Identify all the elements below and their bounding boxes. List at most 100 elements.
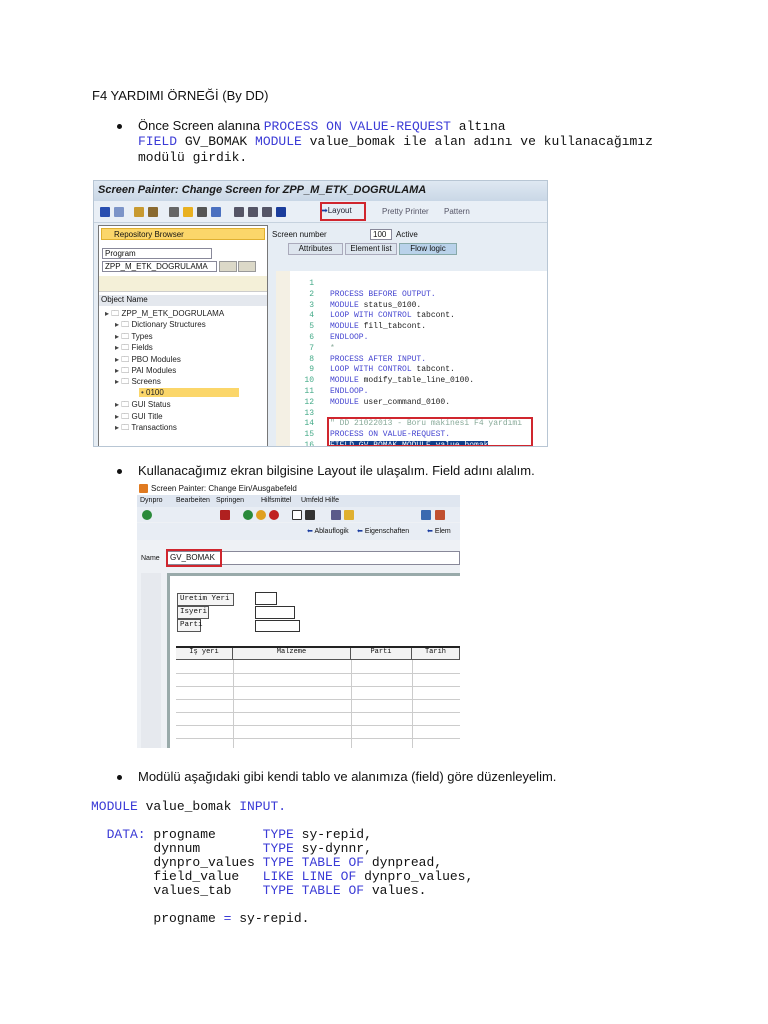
isyeri-input[interactable] xyxy=(255,606,295,619)
label-parti[interactable]: Parti xyxy=(177,619,203,632)
back-icon[interactable] xyxy=(243,510,253,520)
print-icon[interactable] xyxy=(292,510,302,520)
column-header[interactable]: Tarih xyxy=(412,648,460,660)
code-text: status_0100. xyxy=(358,300,422,310)
arrow-left-icon: ⬅ xyxy=(427,528,435,535)
line-number: 3 xyxy=(309,300,314,310)
tab-flow-logic[interactable]: Flow logic xyxy=(399,243,457,255)
keyword: TYPE TABLE OF xyxy=(262,883,365,898)
where-used-icon[interactable] xyxy=(211,207,221,217)
code-line: ENDLOOP. xyxy=(330,333,368,342)
line-number: 1 xyxy=(309,279,314,288)
menu-hilfe[interactable]: Hilfe xyxy=(325,497,339,504)
menu-umfeld[interactable]: Umfeld xyxy=(301,497,323,504)
tree-item-selected[interactable]: • 0100 xyxy=(139,387,239,397)
flow-logic-button[interactable]: ⬅ Ablauflogik xyxy=(307,527,349,535)
object-name-header: Object Name xyxy=(99,295,267,306)
info-icon[interactable] xyxy=(276,207,286,217)
folder-icon: ▸ 🗀 xyxy=(115,423,132,432)
display-icon[interactable] xyxy=(262,207,272,217)
uretim-yeri-input[interactable] xyxy=(255,592,277,605)
keyword: MODULE xyxy=(330,397,359,407)
code-text: GV_BOMAK xyxy=(177,134,256,149)
menu-bar: Dynpro Bearbeiten Springen Hilfsmittel Umfel… xyxy=(137,495,460,507)
display-button[interactable] xyxy=(238,261,256,272)
check-icon[interactable] xyxy=(142,510,152,520)
column-header[interactable]: Parti xyxy=(351,648,412,660)
folder-icon: ▸ 🗀 xyxy=(105,309,122,318)
cut-icon[interactable] xyxy=(331,510,341,520)
tree-item-label: Fields xyxy=(131,343,153,353)
column-header[interactable]: Malzeme xyxy=(233,648,351,660)
copy-icon[interactable] xyxy=(344,510,354,520)
forward-icon[interactable] xyxy=(114,207,124,217)
code-line: dynnum TYPE sy-dynnr, xyxy=(91,841,372,856)
hierarchy-icon[interactable] xyxy=(234,207,244,217)
bullet1-line2: FIELD GV_BOMAK MODULE value_bomak ile al… xyxy=(138,134,653,149)
code-text: sy-dynnr, xyxy=(293,841,372,856)
exit-icon[interactable] xyxy=(256,510,266,520)
line-number: 12 xyxy=(304,397,314,407)
save-icon[interactable] xyxy=(220,510,230,520)
tree-item[interactable]: ▸ 🗀 Transactions xyxy=(115,422,177,436)
properties-button[interactable]: ⬅ Eigenschaften xyxy=(357,527,409,535)
code-text: dynpro_values, xyxy=(356,869,474,884)
code-text: * xyxy=(330,343,335,353)
bullet3-text: Modülü aşağıdaki gibi kendi tablo ve ala… xyxy=(138,769,557,784)
menu-bearbeiten[interactable]: Bearbeiten xyxy=(176,497,210,504)
table-control[interactable]: Iş yeri Malzeme Parti Tarih xyxy=(176,646,460,748)
element-button[interactable]: ⬅ Elem xyxy=(427,527,451,535)
row-divider xyxy=(176,738,460,739)
screen-painter-field-screenshot: Screen Painter: Change Ein/Ausgabefeld D… xyxy=(137,483,460,748)
edit-icon[interactable] xyxy=(134,207,144,217)
line-number: 9 xyxy=(309,365,314,375)
label-uretim-yeri[interactable]: Uretim Yeri xyxy=(177,593,234,606)
code-line: MODULE user_command_0100. xyxy=(330,398,450,407)
code-line: dynpro_values TYPE TABLE OF dynpread, xyxy=(91,855,442,870)
highlight-box xyxy=(327,417,533,446)
doc-title: F4 YARDIMI ÖRNEĞİ (By DD) xyxy=(92,88,269,103)
program-input[interactable]: ZPP_M_ETK_DOGRULAMA xyxy=(102,261,217,272)
code-line: LOOP WITH CONTROL tabcont. xyxy=(330,365,455,374)
tree-item-label: GUI Status xyxy=(131,400,171,410)
dropdown-button[interactable] xyxy=(219,261,237,272)
screen-number-field[interactable]: 100 xyxy=(370,229,392,240)
toggle-icon[interactable] xyxy=(148,207,158,217)
pretty-printer-button[interactable]: Pretty Printer xyxy=(382,207,429,216)
line-number: 16 xyxy=(304,441,314,447)
row-divider xyxy=(176,673,460,674)
check-icon[interactable] xyxy=(169,207,179,217)
application-toolbar: ⬅ Ablauflogik ⬅ Eigenschaften ⬅ Elem xyxy=(137,523,460,540)
window-icon[interactable] xyxy=(435,510,445,520)
menu-hilfsmittel[interactable]: Hilfsmittel xyxy=(261,497,291,504)
label-isyeri[interactable]: Isyeri xyxy=(177,606,209,619)
layout-icon[interactable] xyxy=(421,510,431,520)
column-divider xyxy=(412,660,413,748)
code-text: user_command_0100. xyxy=(358,397,451,407)
line-number: 2 xyxy=(309,289,314,299)
text: Önce Screen alanına xyxy=(138,118,264,133)
menu-dynpro[interactable]: Dynpro xyxy=(140,497,163,504)
tab-element-list[interactable]: Element list xyxy=(345,243,397,255)
column-header[interactable]: Iş yeri xyxy=(176,648,233,660)
keyword: PROCESS ON VALUE-REQUEST xyxy=(263,119,451,134)
folder-icon: ▸ 🗀 xyxy=(115,343,132,353)
activate-icon[interactable] xyxy=(183,207,193,217)
find-icon[interactable] xyxy=(305,510,315,520)
repository-browser: Repository Browser Program ZPP_M_ETK_DOG… xyxy=(98,225,268,446)
tab-attributes[interactable]: Attributes xyxy=(288,243,343,255)
code-text: tabcont. xyxy=(411,311,455,321)
menu-springen[interactable]: Springen xyxy=(216,497,244,504)
pattern-button[interactable]: Pattern xyxy=(444,207,470,216)
tree-item-label: 0100 xyxy=(146,387,164,397)
object-type-select[interactable]: Program xyxy=(102,248,212,259)
status-text: Active xyxy=(396,230,418,239)
back-icon[interactable] xyxy=(100,207,110,217)
test-icon[interactable] xyxy=(197,207,207,217)
cancel-icon[interactable] xyxy=(269,510,279,520)
object-list-icon[interactable] xyxy=(248,207,258,217)
tree-item-label: Dictionary Structures xyxy=(131,320,206,330)
name-label: Name xyxy=(141,555,160,562)
parti-input[interactable] xyxy=(255,620,300,632)
keyword: TYPE xyxy=(262,841,294,856)
